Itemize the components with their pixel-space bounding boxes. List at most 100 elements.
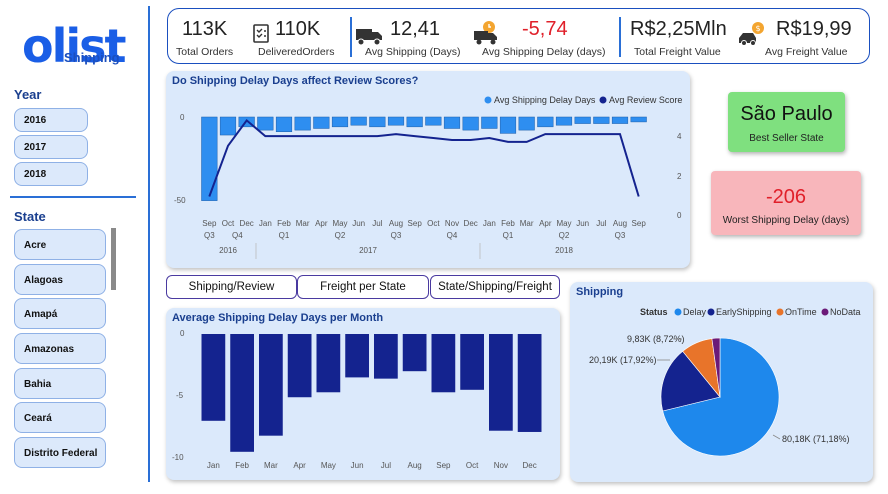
pie-leader-delay: [772, 434, 781, 440]
tab-state-shipping-freight[interactable]: State/Shipping/Freight: [430, 275, 560, 299]
monthly-delay-bar[interactable]: [259, 334, 283, 436]
delay-bar[interactable]: [443, 116, 461, 129]
state-slicer-scrollbar[interactable]: [111, 228, 116, 290]
logo-subtitle: Shipping: [64, 50, 120, 65]
truck-icon: [356, 29, 382, 46]
delay-bar[interactable]: [537, 116, 554, 128]
x-tick-month: Oct: [466, 461, 479, 470]
delay-bar[interactable]: [574, 116, 591, 124]
state-item-alagoas[interactable]: Alagoas: [14, 264, 106, 295]
delay-bar[interactable]: [518, 116, 535, 131]
pie-legend-title: Status: [640, 307, 668, 317]
delay-bar[interactable]: [387, 116, 405, 126]
x-tick-quarter: Q3: [391, 231, 402, 240]
monthly-delay-bar[interactable]: [517, 334, 542, 432]
state-slicer-title: State: [14, 209, 46, 224]
state-item-amapa[interactable]: Amapá: [14, 298, 106, 329]
delay-bar[interactable]: [313, 116, 330, 129]
delay-bar[interactable]: [499, 116, 517, 134]
x-tick-month: Aug: [408, 461, 422, 470]
monthly-delay-bar[interactable]: [374, 334, 398, 379]
delay-bar[interactable]: [331, 116, 349, 128]
x-tick-quarter: Q3: [615, 231, 626, 240]
x-tick-month: Sep: [632, 219, 647, 228]
state-item-amazonas[interactable]: Amazonas: [14, 333, 106, 364]
monthly-delay-bar[interactable]: [345, 334, 369, 378]
x-tick-year: 2016: [219, 246, 237, 255]
legend-review-label: Avg Review Score: [609, 95, 682, 105]
x-tick-quarter: Q1: [503, 231, 514, 240]
delay-bar[interactable]: [350, 116, 367, 126]
year-item-2017[interactable]: 2017: [14, 135, 88, 159]
x-tick-month: Nov: [445, 219, 459, 228]
y-tick-neg10: -10: [172, 453, 184, 462]
review-score-line: [208, 118, 640, 197]
delay-bar[interactable]: [611, 116, 629, 124]
delay-bar[interactable]: [481, 116, 498, 129]
year-item-2018[interactable]: 2018: [14, 162, 88, 186]
kpi-separator: [350, 17, 352, 57]
delay-bar[interactable]: [425, 116, 442, 126]
monthly-delay-bar[interactable]: [230, 334, 254, 452]
monthly-delay-bar[interactable]: [316, 334, 341, 393]
monthly-delay-bar[interactable]: [431, 334, 456, 393]
monthly-delay-bar[interactable]: [402, 334, 427, 372]
shipping-status-pie: Status Delay EarlyShipping OnTime NoData…: [589, 307, 861, 457]
x-tick-month: Mar: [296, 219, 310, 228]
kpi-separator: [619, 17, 621, 57]
delay-bar[interactable]: [555, 116, 573, 126]
worst-delay-card: -206 Worst Shipping Delay (days): [711, 171, 861, 235]
state-item-ceara[interactable]: Ceará: [14, 402, 106, 433]
delay-bar[interactable]: [275, 116, 293, 133]
delay-bar[interactable]: [630, 116, 647, 123]
sidebar-divider: [10, 196, 136, 198]
delay-bar[interactable]: [219, 116, 237, 136]
x-tick-month: Sep: [408, 219, 423, 228]
x-tick-month: Oct: [222, 219, 235, 228]
total-orders-label: Total Orders: [176, 46, 234, 58]
pie-legend-nodata: NoData: [830, 307, 861, 317]
monthly-delay-chart-panel: Average Shipping Delay Days per Month 0 …: [166, 308, 560, 480]
x-tick-quarter: Q4: [447, 231, 458, 240]
delayed-truck-icon: [474, 21, 497, 45]
tab-freight-per-state[interactable]: Freight per State: [297, 275, 429, 299]
pie-legend-early: EarlyShipping: [716, 307, 772, 317]
x-tick-month: Jul: [596, 219, 606, 228]
delay-bar[interactable]: [593, 116, 610, 124]
delay-bar[interactable]: [257, 116, 274, 131]
kpi-strip: 113K Total Orders 110K DeliveredOrders 1…: [167, 8, 870, 64]
delay-bar[interactable]: [369, 116, 386, 128]
y-right-tick-2: 2: [677, 172, 682, 181]
legend-nodata-dot: [821, 308, 829, 316]
monthly-delay-bar[interactable]: [489, 334, 513, 431]
x-tick-month: Mar: [520, 219, 534, 228]
monthly-delay-bar[interactable]: [287, 334, 312, 398]
state-item-distrito-federal[interactable]: Distrito Federal: [14, 437, 106, 468]
y-left-tick-0: 0: [180, 113, 185, 122]
avg-freight-value: R$19,99: [776, 18, 852, 40]
total-freight-label: Total Freight Value: [634, 46, 721, 58]
legend-delay-dot: [674, 308, 682, 316]
state-item-bahia[interactable]: Bahia: [14, 368, 106, 399]
delay-bar[interactable]: [462, 116, 479, 131]
legend-early-dot: [707, 308, 715, 316]
y-tick-0: 0: [180, 329, 185, 338]
worst-delay-label: Worst Shipping Delay (days): [722, 215, 850, 226]
delivered-orders-label: DeliveredOrders: [258, 46, 335, 58]
monthly-delay-bar[interactable]: [460, 334, 484, 390]
avg-delay-label: Avg Shipping Delay (days): [482, 46, 606, 58]
avg-freight-label: Avg Freight Value: [765, 46, 848, 58]
delay-bar[interactable]: [406, 116, 423, 128]
worst-delay-value: -206: [765, 186, 807, 208]
x-tick-month: Feb: [501, 219, 515, 228]
x-tick-month: Dec: [240, 219, 254, 228]
x-tick-year: 2018: [555, 246, 573, 255]
x-tick-quarter: Q2: [559, 231, 570, 240]
state-item-acre[interactable]: Acre: [14, 229, 106, 260]
x-tick-month: Jan: [207, 461, 220, 470]
delay-bar[interactable]: [294, 116, 311, 131]
monthly-delay-bar[interactable]: [201, 334, 226, 421]
tab-shipping-review[interactable]: Shipping/Review: [166, 275, 297, 299]
delay-bar[interactable]: [201, 116, 218, 201]
year-item-2016[interactable]: 2016: [14, 108, 88, 132]
